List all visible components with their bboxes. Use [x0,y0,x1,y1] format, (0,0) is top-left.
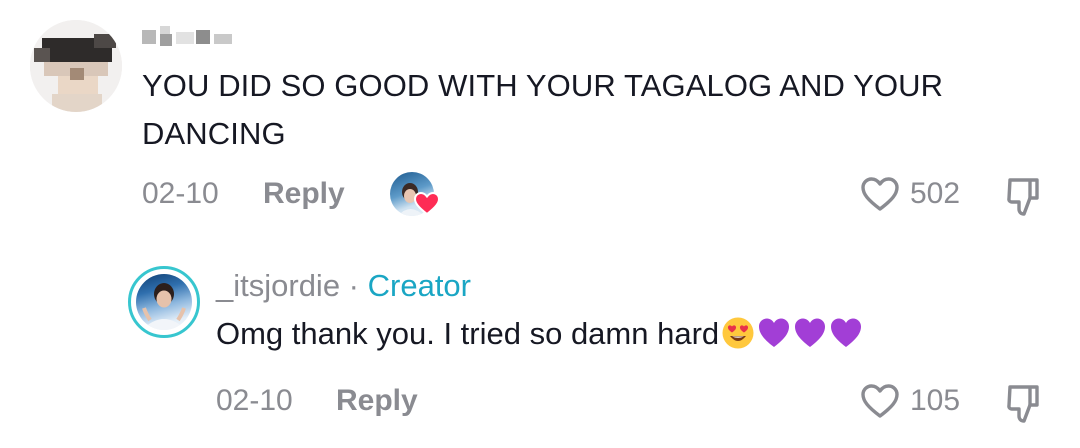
creator-badge: Creator [367,268,471,303]
reply-like-count: 105 [910,384,961,417]
comment-date: 02-10 [142,177,219,210]
thumbs-down-icon[interactable] [1004,383,1044,425]
reply-avatar[interactable] [128,266,200,338]
purple-heart-emoji-icon [759,318,790,347]
comment-like-count: 502 [910,177,961,210]
purple-heart-emoji-icon [795,318,826,347]
reply-reply-button[interactable]: Reply [336,384,418,418]
reply-author-line: _itsjordie · Creator [216,268,471,304]
reply-username[interactable]: _itsjordie [216,268,340,303]
thumbs-down-icon[interactable] [1004,176,1044,218]
commenter-avatar[interactable] [30,20,122,112]
comment-reply-button[interactable]: Reply [263,177,345,211]
heart-outline-icon[interactable] [860,176,900,212]
reply-date: 02-10 [216,384,293,417]
heart-outline-icon[interactable] [860,383,900,419]
username-separator: · [340,268,368,303]
reply-text-line: Omg thank you. I tried so damn hard [216,316,863,352]
purple-heart-emoji-icon [831,318,862,347]
reply-text: Omg thank you. I tried so damn hard [216,316,720,351]
red-heart-icon [414,192,440,216]
commenter-username-redacted[interactable] [142,26,234,48]
comment-text: YOU DID SO GOOD WITH YOUR TAGALOG AND YO… [142,68,944,151]
heart-eyes-emoji-icon [722,317,754,349]
